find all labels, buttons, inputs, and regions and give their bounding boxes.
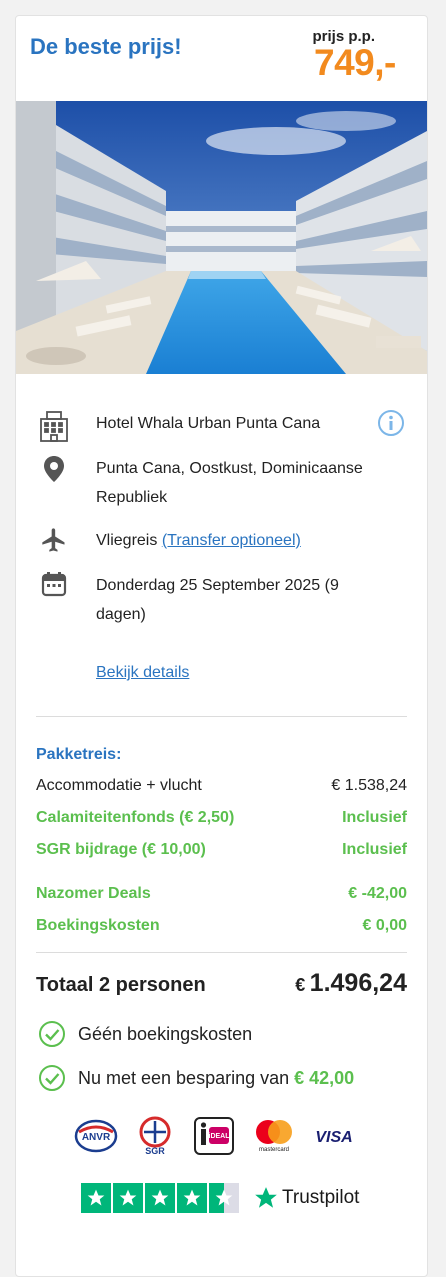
- price-line: SGR bijdrage (€ 10,00) Inclusief: [36, 841, 407, 859]
- svg-text:SGR: SGR: [145, 1146, 165, 1156]
- price-line: Nazomer Deals € -42,00: [36, 885, 407, 903]
- benefit-text: Géén boekingskosten: [78, 1023, 253, 1044]
- divider: [36, 952, 407, 953]
- hotel-name: Hotel Whala Urban Punta Cana: [96, 415, 321, 432]
- price-line-label: Boekingskosten: [36, 917, 160, 934]
- anvr-logo: ANVR: [74, 1119, 118, 1153]
- price-line: Boekingskosten € 0,00: [36, 917, 407, 935]
- price-line: Calamiteitenfonds (€ 2,50) Inclusief: [36, 809, 407, 827]
- total-row: Totaal 2 personen € 1.496,24: [36, 969, 407, 998]
- divider: [36, 716, 407, 717]
- trustpilot-label: Trustpilot: [282, 1187, 360, 1208]
- price-line-value: € 0,00: [362, 917, 407, 934]
- hotel-location: Punta Cana, Oostkust, Dominicaanse Repub…: [96, 460, 363, 506]
- svg-text:iDEAL: iDEAL: [209, 1133, 231, 1140]
- benefit-savings: Nu met een besparing van € 42,00: [38, 1064, 354, 1092]
- hotel-photo[interactable]: [16, 101, 427, 374]
- svg-text:mastercard: mastercard: [259, 1147, 289, 1153]
- visa-logo: VISA: [315, 1129, 352, 1146]
- package-heading: Pakketreis:: [36, 746, 122, 763]
- price-value: 749,-: [314, 42, 396, 83]
- info-icon[interactable]: [377, 409, 405, 442]
- star-icon: [151, 1189, 169, 1206]
- half-star-icon: [215, 1189, 233, 1206]
- price-line: Accommodatie + vlucht € 1.538,24: [36, 777, 407, 795]
- check-circle-icon: [39, 1065, 65, 1091]
- trustpilot-star-icon: [255, 1187, 277, 1208]
- airplane-icon: [36, 526, 72, 555]
- rating-stars: [81, 1183, 241, 1213]
- price-line-value: Inclusief: [342, 841, 407, 858]
- travel-type: Vliegreis (Transfer optioneel): [96, 526, 301, 555]
- calendar-icon: [36, 571, 72, 629]
- total-label: Totaal 2 personen: [36, 974, 206, 996]
- location-pin-icon: [36, 454, 72, 512]
- svg-text:ANVR: ANVR: [82, 1132, 111, 1143]
- price-line-value: Inclusief: [342, 809, 407, 826]
- ideal-logo: iDEAL: [194, 1117, 234, 1155]
- total-value: 1.496,24: [309, 969, 407, 997]
- header-title: De beste prijs!: [30, 34, 182, 59]
- price-line-value: € -42,00: [348, 885, 407, 902]
- sgr-logo: SGR: [139, 1116, 171, 1156]
- price-line-label: Accommodatie + vlucht: [36, 777, 202, 794]
- svg-text:VISA: VISA: [315, 1129, 352, 1146]
- details-row: Bekijk details: [36, 658, 407, 687]
- hotel-name-row: Hotel Whala Urban Punta Cana: [36, 409, 407, 443]
- travel-type-row: Vliegreis (Transfer optioneel): [36, 526, 407, 555]
- travel-date: Donderdag 25 September 2025 (9 dagen): [96, 577, 339, 623]
- price-header: De beste prijs! prijs p.p. 749,-: [16, 16, 427, 101]
- package-heading-row: Pakketreis:: [36, 746, 407, 764]
- star-icon: [87, 1189, 105, 1206]
- star-icon: [119, 1189, 137, 1206]
- benefit-text: Nu met een besparing van: [78, 1067, 290, 1088]
- check-circle-icon: [39, 1021, 65, 1047]
- travel-type-label: Vliegreis: [96, 532, 158, 549]
- total-amount: € 1.496,24: [295, 969, 407, 998]
- total-currency: €: [295, 975, 306, 995]
- details-link[interactable]: Bekijk details: [96, 658, 189, 687]
- savings-amount: € 42,00: [294, 1067, 355, 1088]
- building-icon: [36, 409, 72, 443]
- price-line-value: € 1.538,24: [331, 777, 407, 794]
- price-line-label: Nazomer Deals: [36, 885, 151, 902]
- mastercard-logo: mastercard: [256, 1120, 292, 1153]
- trustpilot-rating[interactable]: Trustpilot: [81, 1183, 359, 1213]
- price-line-label: Calamiteitenfonds (€ 2,50): [36, 809, 235, 826]
- transfer-link[interactable]: (Transfer optioneel): [162, 532, 301, 549]
- booking-summary-card: De beste prijs! prijs p.p. 749,- Hotel W…: [15, 15, 428, 1277]
- star-icon: [183, 1189, 201, 1206]
- location-row: Punta Cana, Oostkust, Dominicaanse Repub…: [36, 454, 407, 512]
- date-row: Donderdag 25 September 2025 (9 dagen): [36, 571, 407, 629]
- benefit-no-fees: Géén boekingskosten: [38, 1020, 252, 1048]
- payment-logos: ANVR SGR iDEAL mastercard VISA: [74, 1116, 356, 1156]
- price-line-label: SGR bijdrage (€ 10,00): [36, 841, 206, 858]
